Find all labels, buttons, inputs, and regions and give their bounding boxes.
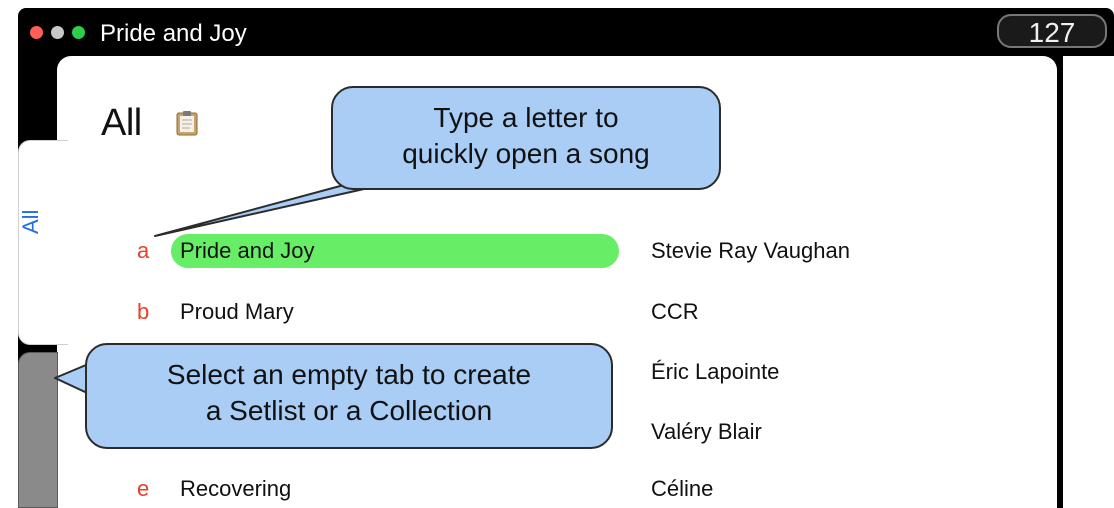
callout-letter-hint-line2: quickly open a song [402, 138, 650, 169]
app-screenshot: Pride and Joy 127 All All a Pride and Jo… [0, 0, 1114, 508]
callout-letter-hint: Type a letter to quickly open a song [331, 86, 721, 190]
callout-letter-hint-line1: Type a letter to [433, 102, 619, 133]
callout-tab-hint-line2: a Setlist or a Collection [205, 395, 493, 426]
callout-tab-hint-line1: Select an empty tab to create [166, 359, 532, 390]
callout-tab-hint: Select an empty tab to create a Setlist … [85, 343, 613, 449]
callout-tail-letter [154, 181, 396, 237]
